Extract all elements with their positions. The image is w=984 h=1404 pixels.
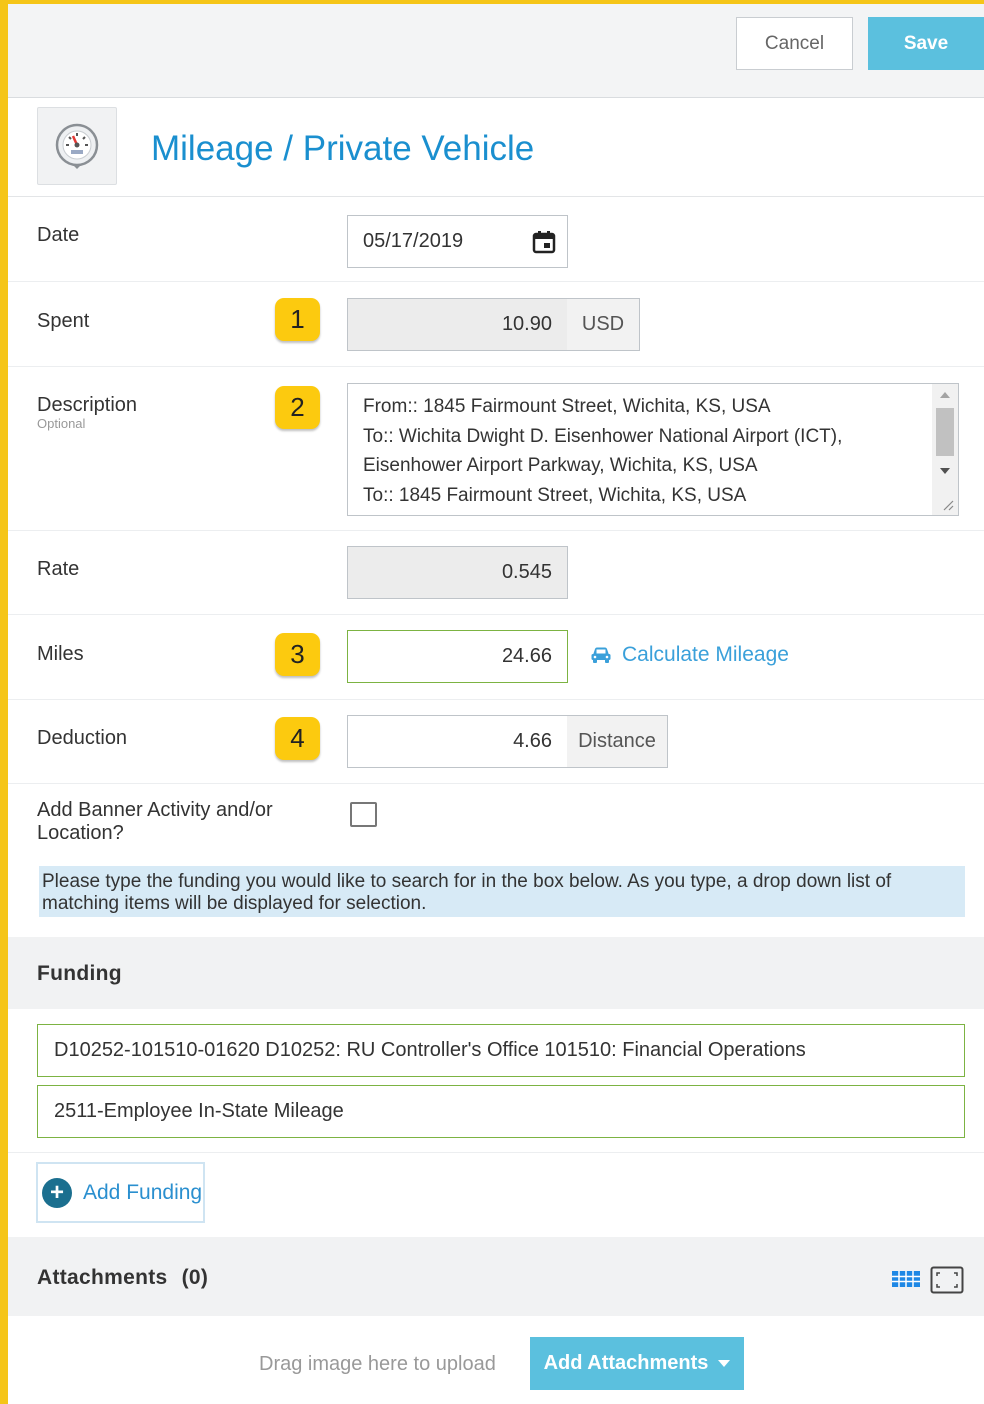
miles-row: Miles 3 24.66 Calculate Mileage xyxy=(8,615,984,700)
drag-upload-hint: Drag image here to upload xyxy=(259,1353,496,1375)
rate-row: Rate 0.545 xyxy=(8,531,984,615)
step-badge-2: 2 xyxy=(275,386,320,429)
description-line: To:: 1845 Fairmount Street, Wichita, KS,… xyxy=(363,484,747,506)
date-value: 05/17/2019 xyxy=(363,230,464,252)
scroll-up-icon[interactable] xyxy=(940,392,950,398)
scrollbar-thumb[interactable] xyxy=(936,408,954,456)
attachments-title-label: Attachments xyxy=(37,1266,168,1289)
rate-field: 0.545 xyxy=(347,546,568,599)
add-funding-button[interactable]: + Add Funding xyxy=(36,1162,205,1223)
deduction-row: Deduction 4 4.66 Distance xyxy=(8,700,984,784)
banner-label: Add Banner Activity and/or Location? xyxy=(37,799,273,844)
step-badge-1: 1 xyxy=(275,298,320,341)
deduction-value: 4.66 xyxy=(513,730,552,752)
calculate-mileage-link[interactable]: Calculate Mileage xyxy=(590,643,789,667)
description-line: From:: 1845 Fairmount Street, Wichita, K… xyxy=(363,396,771,417)
miles-label: Miles xyxy=(37,643,84,665)
banner-row: Add Banner Activity and/or Location? xyxy=(8,784,984,860)
expense-panel: Cancel Save Mileage / Private Vehicle Da… xyxy=(0,0,984,1404)
attachments-count: (0) xyxy=(181,1266,209,1289)
rate-label: Rate xyxy=(37,558,80,580)
description-textarea[interactable]: From:: 1845 Fairmount Street, Wichita, K… xyxy=(347,383,959,516)
attachments-title: Attachments (0) xyxy=(37,1266,208,1290)
date-row: Date 05/17/2019 xyxy=(8,198,984,282)
rate-value: 0.545 xyxy=(501,561,552,583)
fullscreen-icon[interactable] xyxy=(930,1266,964,1294)
miles-value: 24.66 xyxy=(501,645,552,667)
step-badge-3: 3 xyxy=(275,633,320,676)
plus-circle-icon: + xyxy=(42,1177,72,1208)
page-title: Mileage / Private Vehicle xyxy=(151,129,535,168)
funding-title: Funding xyxy=(37,962,122,985)
funding-account-field[interactable]: D10252-101510-01620 D10252: RU Controlle… xyxy=(37,1024,965,1077)
save-button[interactable]: Save xyxy=(868,17,984,70)
date-label: Date xyxy=(37,224,80,246)
grid-view-icon[interactable] xyxy=(892,1269,920,1289)
description-optional-label: Optional xyxy=(37,416,86,431)
expense-header: Mileage / Private Vehicle xyxy=(8,99,984,197)
currency-addon: USD xyxy=(567,298,640,351)
attachments-section-header: Attachments (0) xyxy=(8,1237,984,1316)
spent-field: 10.90 xyxy=(347,298,568,351)
miles-field[interactable]: 24.66 xyxy=(347,630,568,683)
car-icon xyxy=(591,647,611,663)
divider xyxy=(8,1152,984,1153)
description-line: Eisenhower Airport Parkway, Wichita, KS,… xyxy=(363,455,758,476)
description-row: Description Optional 2 From:: 1845 Fairm… xyxy=(8,367,984,531)
distance-addon: Distance xyxy=(567,715,668,768)
speedometer-icon xyxy=(55,123,99,169)
funding-info-message: Please type the funding you would like t… xyxy=(39,866,965,917)
funding-section-header: Funding xyxy=(8,937,984,1009)
funding-category-field[interactable]: 2511-Employee In-State Mileage xyxy=(37,1085,965,1138)
description-label: Description xyxy=(37,394,138,416)
add-attachments-button[interactable]: Add Attachments xyxy=(530,1337,744,1390)
chevron-down-icon xyxy=(718,1360,731,1367)
resize-handle-icon[interactable] xyxy=(942,499,954,511)
description-scrollbar[interactable] xyxy=(932,384,958,515)
spent-value: 10.90 xyxy=(501,313,552,335)
description-line: To:: Wichita Dwight D. Eisenhower Nation… xyxy=(363,425,843,447)
step-badge-4: 4 xyxy=(275,717,320,760)
calendar-icon[interactable] xyxy=(531,229,557,255)
top-toolbar: Cancel Save xyxy=(8,4,984,98)
banner-checkbox[interactable] xyxy=(350,802,377,827)
add-funding-label: Add Funding xyxy=(83,1180,203,1204)
calculate-mileage-label: Calculate Mileage xyxy=(622,643,789,666)
add-attachments-label: Add Attachments xyxy=(543,1352,709,1374)
date-field[interactable]: 05/17/2019 xyxy=(347,215,568,268)
deduction-field[interactable]: 4.66 xyxy=(347,715,568,768)
deduction-label: Deduction xyxy=(37,727,128,749)
spent-label: Spent xyxy=(37,310,90,332)
cancel-button[interactable]: Cancel xyxy=(736,17,853,70)
scroll-down-icon[interactable] xyxy=(940,468,950,474)
spent-row: Spent 1 10.90 USD xyxy=(8,282,984,367)
expense-type-icon-box xyxy=(37,107,117,185)
